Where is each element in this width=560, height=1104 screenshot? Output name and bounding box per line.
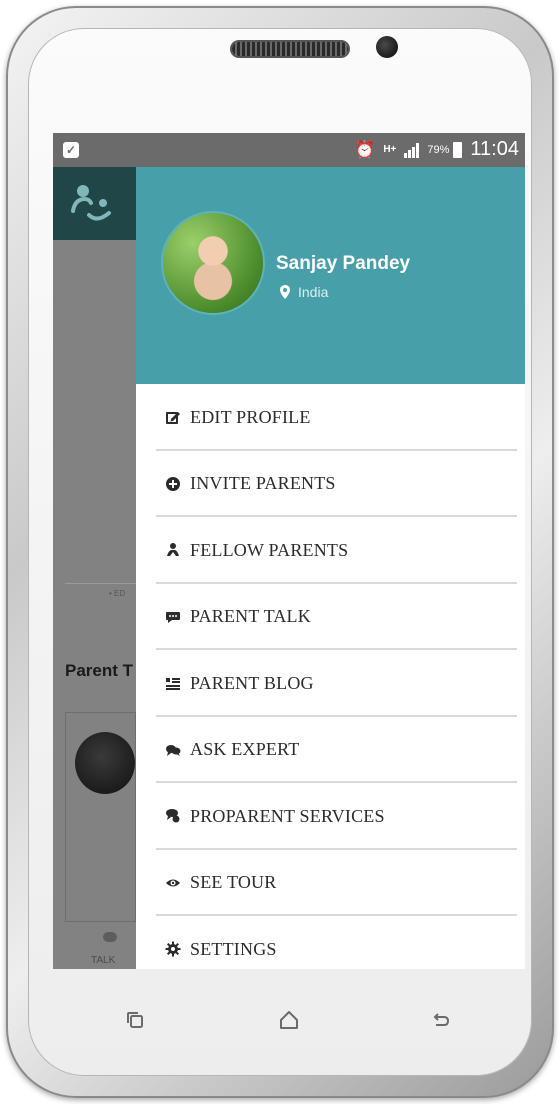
home-icon [280,1011,298,1029]
eye-icon [164,874,182,892]
profile-avatar[interactable] [163,213,263,313]
menu-item-ask-expert[interactable]: ASK EXPERT [136,717,525,784]
home-button[interactable] [274,1005,304,1035]
status-bar: ✓ ⏰ H+ 79% 11:04 [53,133,525,167]
talk-tab-icon [103,932,117,942]
battery-icon [453,141,463,158]
menu-item-parent-talk[interactable]: PARENT TALK [136,584,525,651]
menu-label: SETTINGS [190,938,277,959]
blog-list-icon [164,674,182,692]
recent-apps-icon [127,1012,143,1028]
notification-check-icon: ✓ [63,142,79,158]
drawer-profile-header[interactable]: Sanjay Pandey India [136,167,525,384]
chat-bubble-icon [164,608,182,626]
phone-screen: ✓ ⏰ H+ 79% 11:04 • ED Parent T TALK Sanj… [53,133,525,969]
status-icons: ⏰ H+ 79% 11:04 [354,138,519,161]
menu-item-parent-blog[interactable]: PARENT BLOG [136,650,525,717]
profile-location-text: India [298,284,329,300]
menu-label: ASK EXPERT [190,739,300,760]
menu-label: FELLOW PARENTS [190,539,349,560]
plus-circle-icon [164,475,182,493]
speech-bubbles-icon [164,741,182,759]
back-button[interactable] [426,1005,456,1035]
alarm-clock-icon: ⏰ [354,139,376,159]
drawer-menu: EDIT PROFILE INVITE PARENTS FELLOW PAREN… [136,384,525,969]
profile-name: Sanjay Pandey [276,253,411,274]
menu-label: SEE TOUR [190,872,277,893]
status-time: 11:04 [470,138,519,160]
location-pin-icon [280,285,290,299]
menu-label: INVITE PARENTS [190,473,336,494]
background-section-title: Parent T [65,661,134,680]
gear-icon [164,940,182,958]
network-type-indicator: H+ [383,144,397,155]
background-divider [65,583,136,584]
app-logo-block[interactable] [53,167,136,240]
back-arrow-icon [433,1013,450,1026]
background-card-image [75,732,135,794]
menu-label: PARENT TALK [190,606,311,627]
edit-icon [164,408,182,426]
menu-item-edit-profile[interactable]: EDIT PROFILE [136,384,525,451]
menu-label: PROPARENT SERVICES [190,805,385,826]
menu-item-fellow-parents[interactable]: FELLOW PARENTS [136,517,525,584]
menu-item-settings[interactable]: SETTINGS [136,916,525,969]
front-camera [376,36,398,58]
background-small-text: • ED [109,589,126,598]
navigation-drawer: Sanjay Pandey India EDIT PROFILE INVITE … [136,167,525,969]
menu-label: EDIT PROFILE [190,406,311,427]
earpiece-speaker [232,42,348,56]
menu-label: PARENT BLOG [190,672,314,693]
people-icon [164,541,182,559]
profile-location: India [280,284,328,300]
menu-item-see-tour[interactable]: SEE TOUR [136,850,525,917]
menu-item-proparent-services[interactable]: PROPARENT SERVICES [136,783,525,850]
proparent-logo-icon [71,185,111,221]
hardware-navigation-keys [0,1005,560,1045]
signal-strength-icon [404,142,420,158]
recent-apps-button[interactable] [120,1005,150,1035]
battery-percent: 79% [427,143,450,156]
talk-tab-label: TALK [91,955,116,966]
services-icon [164,807,182,825]
menu-item-invite-parents[interactable]: INVITE PARENTS [136,451,525,518]
